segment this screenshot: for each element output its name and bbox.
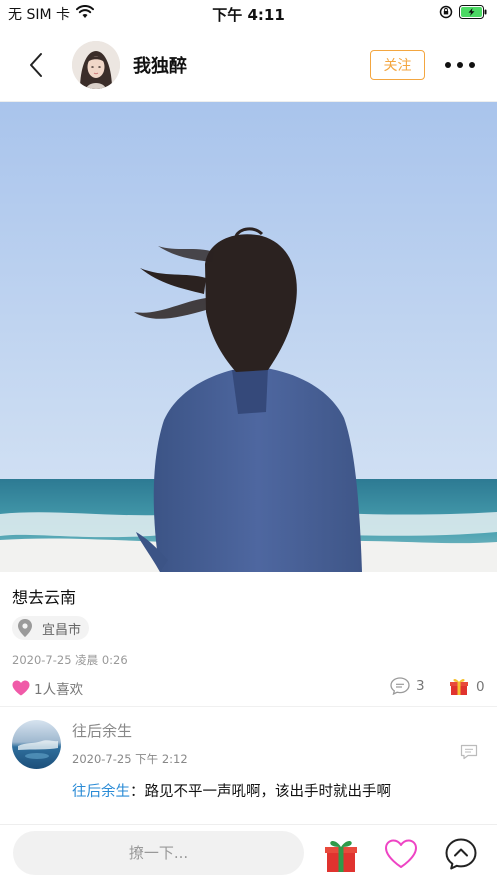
location-tag[interactable]: 宜昌市 <box>12 616 90 640</box>
section-divider <box>0 706 497 707</box>
like-button[interactable] <box>384 839 418 869</box>
more-dot <box>457 62 463 68</box>
clock: 下午 4:11 <box>212 6 285 24</box>
location-label: 宜昌市 <box>42 622 82 638</box>
comment-separator: ： <box>130 784 145 800</box>
header-bar: 我独醉 关注 <box>0 28 497 102</box>
more-dots-icon <box>445 62 451 68</box>
back-arrow-icon <box>30 53 42 77</box>
likes-label: 1人喜欢 <box>34 682 84 698</box>
author-avatar[interactable] <box>72 41 120 89</box>
reply-button[interactable] <box>460 744 478 760</box>
comment-content: 路见不平一声吼啊，该出手时就出手啊 <box>144 784 392 800</box>
comment-count-value: 3 <box>416 678 425 694</box>
comment-time: 2020-7-25 下午 2:12 <box>72 752 188 766</box>
send-gift-button[interactable] <box>325 837 357 873</box>
gift-icon <box>450 678 468 695</box>
more-dot <box>469 62 475 68</box>
comment-icon <box>390 677 410 695</box>
bottom-action-bar <box>0 824 497 883</box>
comment-reply-author[interactable]: 往后余生 <box>72 784 130 800</box>
message-button[interactable] <box>444 837 478 871</box>
author-name[interactable]: 我独醉 <box>133 52 187 78</box>
battery-icon <box>459 5 487 23</box>
gift-count[interactable]: 0 <box>450 677 485 696</box>
post-text: 想去云南 <box>12 588 77 607</box>
commenter-name[interactable]: 往后余生 <box>72 720 132 741</box>
more-button[interactable] <box>445 56 475 74</box>
commenter-avatar[interactable] <box>12 720 61 769</box>
comment-input[interactable] <box>13 831 304 875</box>
rotation-lock-icon <box>439 5 453 23</box>
post-time: 2020-7-25 凌晨 0:26 <box>12 653 128 667</box>
gift-count-value: 0 <box>476 678 485 695</box>
post-detail-screen: 无 SIM 卡 下午 4:11 我独醉 关注 想去云南 宜昌市 2020-7-2… <box>0 0 497 883</box>
chat-bubble-icon <box>445 838 477 870</box>
heart-outline-icon <box>385 839 417 868</box>
back-button[interactable] <box>24 50 48 80</box>
likes-summary[interactable]: 1人喜欢 <box>12 678 83 698</box>
comment-count[interactable]: 3 <box>390 677 425 695</box>
location-pin-icon <box>18 619 32 637</box>
comment-text: 往后余生：路见不平一声吼啊，该出手时就出手啊 <box>72 780 391 801</box>
status-right <box>439 5 487 23</box>
follow-button[interactable]: 关注 <box>370 50 425 80</box>
heart-filled-icon <box>12 680 30 696</box>
post-photo[interactable] <box>0 102 497 572</box>
gift-box-icon <box>325 840 357 872</box>
reply-comment-icon <box>460 744 478 760</box>
status-bar: 无 SIM 卡 下午 4:11 <box>0 0 497 28</box>
